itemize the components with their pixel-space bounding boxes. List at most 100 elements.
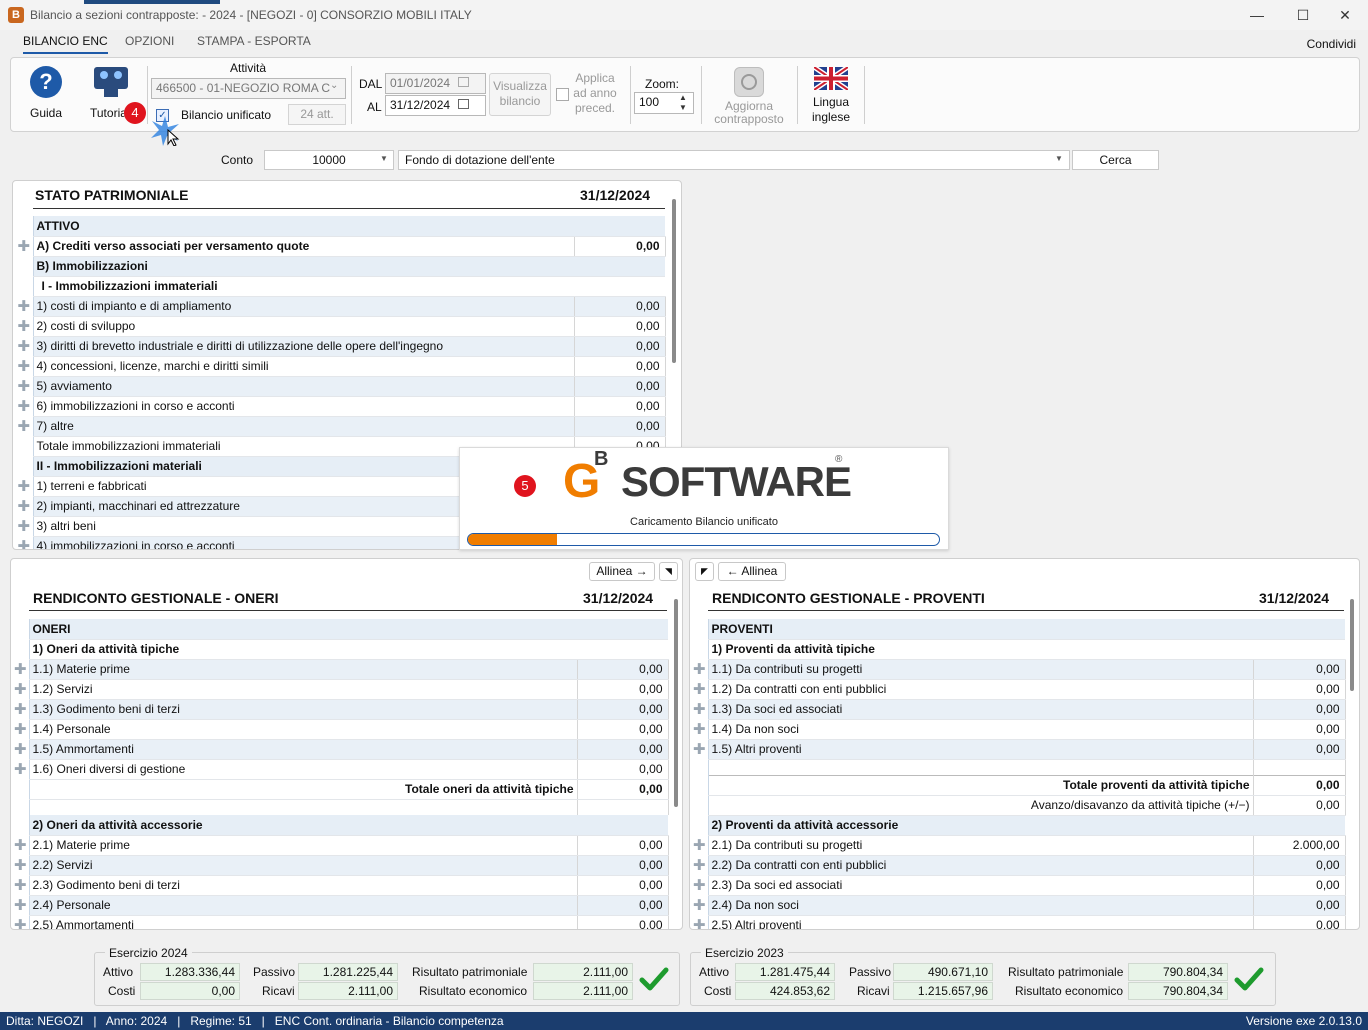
att-count-button[interactable]: 24 att. <box>288 104 346 125</box>
expand-plus-icon[interactable]: ✚ <box>12 719 29 739</box>
tab-bilancio-enc[interactable]: BILANCIO ENC <box>23 34 108 54</box>
applica-checkbox[interactable] <box>556 88 569 101</box>
vertical-scrollbar[interactable] <box>672 199 676 363</box>
help-icon[interactable]: ? <box>30 66 62 98</box>
table-row[interactable]: 2) Proventi da attività accessorie <box>691 815 1345 836</box>
expand-plus-icon[interactable]: ✚ <box>12 895 29 915</box>
tab-opzioni[interactable]: OPZIONI <box>125 34 174 54</box>
expand-plus-icon[interactable]: ✚ <box>691 679 708 699</box>
expand-plus-icon[interactable]: ✚ <box>12 835 29 855</box>
expand-plus-icon[interactable]: ✚ <box>15 396 33 416</box>
table-row[interactable] <box>12 799 669 815</box>
expand-plus-icon[interactable]: ✚ <box>691 895 708 915</box>
expand-plus-icon[interactable]: ✚ <box>15 356 33 376</box>
refresh-icon[interactable] <box>734 67 764 97</box>
table-row[interactable]: 2) Oneri da attività accessorie <box>12 815 669 836</box>
expand-plus-icon[interactable]: ✚ <box>15 296 33 316</box>
share-button[interactable]: Condividi <box>1307 37 1356 51</box>
expand-plus-icon[interactable]: ✚ <box>15 316 33 336</box>
guida-label[interactable]: Guida <box>26 106 66 120</box>
expand-plus-icon[interactable]: ✚ <box>12 875 29 895</box>
table-row[interactable]: ✚ 5) avviamento 0,00 <box>15 376 666 397</box>
expand-plus-icon[interactable]: ✚ <box>12 855 29 875</box>
table-row[interactable]: Avanzo/disavanzo da attività tipiche (+/… <box>691 795 1346 816</box>
table-row[interactable]: ✚ 4) concessioni, licenze, marchi e dirit… <box>15 356 666 377</box>
table-row[interactable]: ✚ 1.4) Personale 0,00 <box>12 719 669 740</box>
table-row[interactable]: ✚ 2.2) Servizi 0,00 <box>12 855 669 876</box>
table-row[interactable]: ✚ 1.1) Da contributi su progetti 0,00 <box>691 659 1346 680</box>
attivita-select[interactable]: 466500 - 01-NEGOZIO ROMA C <box>151 78 346 99</box>
allinea-left-button[interactable]: ← Allinea <box>718 562 786 581</box>
calendar-icon[interactable] <box>458 77 469 87</box>
table-row[interactable]: ✚ 1.2) Servizi 0,00 <box>12 679 669 700</box>
expand-plus-icon[interactable]: ✚ <box>15 476 33 496</box>
al-date-field[interactable]: 31/12/2024 <box>385 95 486 116</box>
expand-plus-icon[interactable]: ✚ <box>15 496 33 516</box>
table-row[interactable]: ✚ 1.6) Oneri diversi di gestione 0,00 <box>12 759 669 780</box>
maximize-button[interactable]: ☐ <box>1280 0 1326 30</box>
table-row[interactable]: Totale proventi da attività tipiche 0,00 <box>691 774 1346 796</box>
visualizza-bilancio-button[interactable]: Visualizza bilancio <box>489 73 551 116</box>
table-row[interactable]: ✚ 1) costi di impianto e di ampliamento 0,… <box>15 296 666 317</box>
expand-plus-icon[interactable]: ✚ <box>691 719 708 739</box>
tab-stampa-esporta[interactable]: STAMPA - ESPORTA <box>197 34 311 54</box>
table-row[interactable]: ✚ 1.3) Da soci ed associati 0,00 <box>691 699 1346 720</box>
dal-date-field[interactable]: 01/01/2024 <box>385 73 486 94</box>
dropdown-arrow-icon[interactable]: ▼ <box>380 154 388 163</box>
conto-code-select[interactable]: 10000 <box>264 150 394 170</box>
expand-plus-icon[interactable]: ✚ <box>691 915 708 929</box>
table-row[interactable]: ✚ 2.2) Da contratti con enti pubblici 0,00 <box>691 855 1346 876</box>
expand-plus-icon[interactable]: ✚ <box>691 699 708 719</box>
conto-description-select[interactable]: Fondo di dotazione dell'ente <box>398 150 1070 170</box>
corner-arrow-icon[interactable]: ◤ <box>695 562 714 581</box>
expand-plus-icon[interactable]: ✚ <box>691 739 708 759</box>
table-row[interactable]: ✚ 7) altre 0,00 <box>15 416 666 437</box>
expand-plus-icon[interactable]: ✚ <box>12 915 29 929</box>
table-row[interactable]: B) Immobilizzazioni <box>15 256 666 277</box>
vertical-scrollbar[interactable] <box>674 599 678 807</box>
minimize-button[interactable]: — <box>1234 0 1280 30</box>
allinea-right-button[interactable]: Allinea → <box>589 562 655 581</box>
table-row[interactable]: ✚ 1.1) Materie prime 0,00 <box>12 659 669 680</box>
table-row[interactable]: ✚ 2.4) Da non soci 0,00 <box>691 895 1346 916</box>
expand-plus-icon[interactable]: ✚ <box>15 416 33 436</box>
expand-plus-icon[interactable]: ✚ <box>12 679 29 699</box>
table-row[interactable]: ✚ 2.1) Da contributi su progetti 2.000,00 <box>691 835 1346 856</box>
expand-plus-icon[interactable]: ✚ <box>15 376 33 396</box>
table-row[interactable]: ✚ 6) immobilizzazioni in corso e acconti 0… <box>15 396 666 417</box>
table-row[interactable]: ✚ 1.4) Da non soci 0,00 <box>691 719 1346 740</box>
table-row[interactable]: ✚ 2.5) Altri proventi 0,00 <box>691 915 1346 929</box>
expand-plus-icon[interactable]: ✚ <box>12 659 29 679</box>
table-row[interactable]: 1) Proventi da attività tipiche <box>691 639 1345 660</box>
table-row[interactable]: Totale oneri da attività tipiche 0,00 <box>12 778 669 800</box>
table-row[interactable]: ONERI <box>12 619 669 640</box>
expand-plus-icon[interactable]: ✚ <box>691 875 708 895</box>
table-row[interactable]: ✚ 2.5) Ammortamenti 0,00 <box>12 915 669 929</box>
table-row[interactable]: ✚ 1.2) Da contratti con enti pubblici 0,00 <box>691 679 1346 700</box>
table-row[interactable]: ✚ 2.3) Da soci ed associati 0,00 <box>691 875 1346 896</box>
tutorial-camera-icon[interactable] <box>94 67 128 97</box>
close-button[interactable]: ✕ <box>1322 0 1368 30</box>
expand-plus-icon[interactable]: ✚ <box>15 336 33 356</box>
calendar-icon[interactable] <box>458 99 469 109</box>
bilancio-unificato-label[interactable]: Bilancio unificato <box>181 108 271 122</box>
table-row[interactable]: ✚ 3) diritti di brevetto industriale e di… <box>15 336 666 357</box>
applica-label[interactable]: Applica ad anno preced. <box>572 71 618 116</box>
expand-plus-icon[interactable]: ✚ <box>15 536 33 549</box>
corner-arrow-icon[interactable]: ◥ <box>659 562 678 581</box>
aggiorna-label[interactable]: Aggiorna contrapposto <box>710 100 788 126</box>
expand-plus-icon[interactable]: ✚ <box>15 516 33 536</box>
table-row[interactable] <box>691 759 1346 775</box>
expand-plus-icon[interactable]: ✚ <box>691 855 708 875</box>
table-row[interactable]: ✚ A) Crediti verso associati per versamen… <box>15 236 666 257</box>
table-row[interactable]: ✚ 1.5) Ammortamenti 0,00 <box>12 739 669 760</box>
lingua-label[interactable]: Lingua inglese <box>806 95 856 125</box>
spin-arrows-icon[interactable]: ▲ ▼ <box>679 93 687 113</box>
table-row[interactable]: ✚ 2) costi di sviluppo 0,00 <box>15 316 666 337</box>
vertical-scrollbar[interactable] <box>1350 599 1354 691</box>
expand-plus-icon[interactable]: ✚ <box>12 699 29 719</box>
table-row[interactable]: ✚ 2.4) Personale 0,00 <box>12 895 669 916</box>
table-row[interactable]: 1) Oneri da attività tipiche <box>12 639 669 660</box>
expand-plus-icon[interactable]: ✚ <box>691 835 708 855</box>
expand-plus-icon[interactable]: ✚ <box>12 739 29 759</box>
